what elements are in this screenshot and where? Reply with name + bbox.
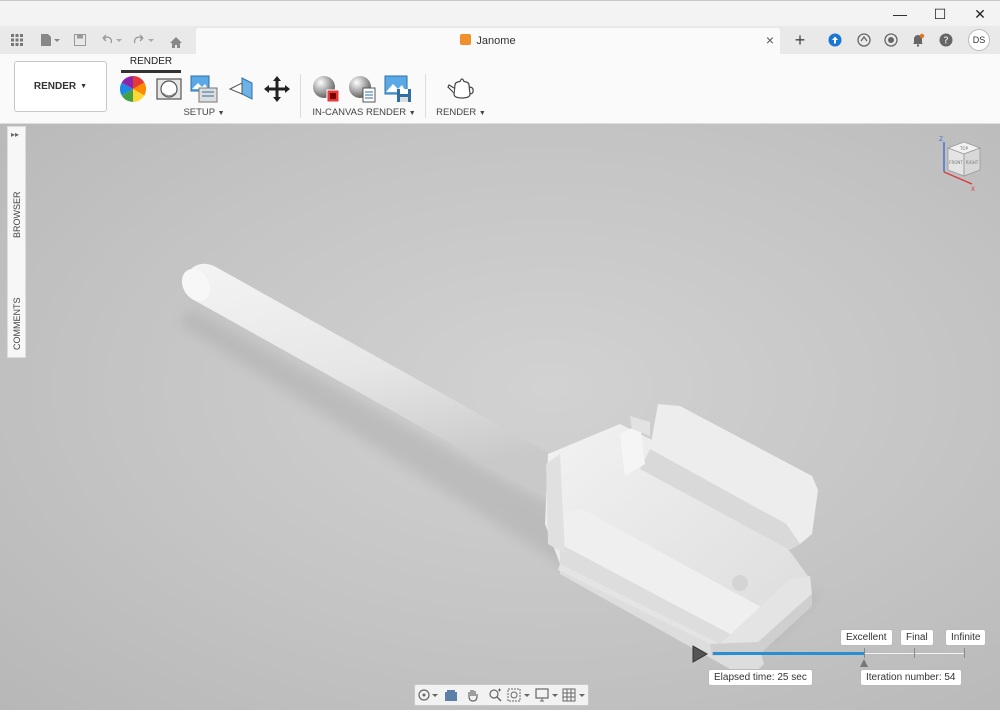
z-axis-label: Z <box>939 136 943 143</box>
expand-panel-icon[interactable]: ▸▸ <box>11 130 19 139</box>
caret-down-icon: ▼ <box>478 110 486 117</box>
capture-image-icon <box>384 75 411 102</box>
decal-icon <box>228 77 253 100</box>
orbit-icon[interactable] <box>415 685 441 705</box>
move-arrows-icon <box>264 76 290 102</box>
render-progress-track <box>712 652 965 655</box>
teapot-icon <box>447 78 474 99</box>
pan-icon[interactable] <box>462 685 484 705</box>
render-canvas[interactable]: ▸▸ BROWSER COMMENTS TOP FRONT RIGHT Z X … <box>0 124 1000 710</box>
viewcube-right-face[interactable]: RIGHT <box>966 160 979 165</box>
render-progress-fill <box>713 652 865 655</box>
in-canvas-render-tool[interactable] <box>311 74 341 104</box>
app-grid-icon[interactable] <box>10 31 24 49</box>
grid-settings-icon[interactable] <box>560 685 588 705</box>
user-avatar[interactable]: DS <box>968 29 990 51</box>
toolbar-divider <box>300 74 301 118</box>
fit-icon[interactable] <box>505 685 533 705</box>
caret-down-icon: ▼ <box>408 110 416 117</box>
side-panel: ▸▸ BROWSER COMMENTS <box>7 126 26 358</box>
close-window-button[interactable]: ✕ <box>960 1 1000 27</box>
render-group-menu[interactable]: RENDER ▼ <box>432 107 490 118</box>
notifications-icon[interactable] <box>909 29 927 51</box>
material-cube-icon <box>156 78 182 100</box>
quality-final-label[interactable]: Final <box>900 629 934 646</box>
tab-render[interactable]: RENDER <box>122 56 180 67</box>
active-tab-indicator <box>121 70 181 73</box>
display-settings-icon[interactable] <box>533 685 561 705</box>
iteration-number: Iteration number: 54 <box>860 669 962 686</box>
final-tick <box>914 648 915 658</box>
file-menu-icon[interactable] <box>38 31 62 49</box>
comments-panel-toggle[interactable]: COMMENTS <box>9 291 25 357</box>
scene-settings-tool[interactable] <box>189 74 219 104</box>
color-wheel-icon <box>119 75 147 103</box>
capture-image-tool[interactable] <box>383 74 413 104</box>
toolbar: RENDER ▼ RENDER SETUP ▼ IN-CANVAS RENDER… <box>0 54 1000 124</box>
setup-group-menu[interactable]: SETUP ▼ <box>168 107 240 118</box>
viewcube[interactable]: TOP FRONT RIGHT Z X <box>936 132 988 192</box>
zoom-icon[interactable] <box>484 685 506 705</box>
browser-panel-toggle[interactable]: BROWSER <box>9 185 25 245</box>
new-tab-button[interactable]: + <box>789 29 811 51</box>
quality-infinite-label[interactable]: Infinite <box>945 629 987 646</box>
setup-label: SETUP <box>183 107 215 118</box>
navigation-bar <box>414 684 589 706</box>
viewcube-top-face[interactable]: TOP <box>959 146 969 151</box>
home-icon[interactable] <box>168 33 184 51</box>
move-tool[interactable] <box>262 74 292 104</box>
render-sphere-stop-icon <box>313 76 340 103</box>
tab-bar: Janome × + ? DS <box>0 26 1000 54</box>
extensions-icon[interactable] <box>855 29 873 51</box>
workspace-label: RENDER <box>33 81 77 92</box>
help-icon[interactable]: ? <box>937 29 955 51</box>
viewcube-front-face[interactable]: FRONT <box>949 160 963 165</box>
in-canvas-render-label: IN-CANVAS RENDER <box>312 107 407 118</box>
in-canvas-render-group-menu[interactable]: IN-CANVAS RENDER ▼ <box>306 107 422 118</box>
svg-text:?: ? <box>943 36 948 47</box>
document-tab[interactable]: Janome × <box>196 28 780 54</box>
close-tab-button[interactable]: × <box>766 32 774 48</box>
in-canvas-render-settings-tool[interactable] <box>347 74 377 104</box>
elapsed-time: Elapsed time: 25 sec <box>708 669 813 686</box>
toolbar-divider <box>425 74 426 118</box>
resume-render-icon[interactable] <box>692 645 709 668</box>
decal-tool[interactable] <box>226 74 256 104</box>
physical-material-tool[interactable] <box>154 74 184 104</box>
chevron-down-icon: ▼ <box>80 83 88 90</box>
infinite-tick <box>964 648 965 658</box>
appearance-tool[interactable] <box>118 74 148 104</box>
quality-excellent-label[interactable]: Excellent <box>840 629 893 646</box>
document-title: Janome <box>476 35 516 47</box>
online-status-icon[interactable] <box>882 29 900 51</box>
caret-down-icon: ▼ <box>217 110 225 117</box>
scene-settings-icon <box>190 75 218 103</box>
minimize-button[interactable]: — <box>880 1 920 27</box>
workspace-switcher[interactable]: RENDER ▼ <box>14 61 107 112</box>
render-tool[interactable] <box>445 74 479 104</box>
render-sphere-settings-icon <box>349 76 376 103</box>
window-title-bar: — ☐ ✕ <box>0 0 1000 26</box>
maximize-button[interactable]: ☐ <box>920 1 960 27</box>
redo-icon[interactable] <box>132 31 156 49</box>
render-group-label: RENDER <box>436 107 477 118</box>
job-status-icon[interactable] <box>826 29 844 51</box>
undo-icon[interactable] <box>100 31 124 49</box>
save-icon[interactable] <box>73 31 87 49</box>
component-icon <box>460 34 472 45</box>
x-axis-label: X <box>971 186 975 192</box>
rendered-model <box>180 263 820 679</box>
look-at-icon[interactable] <box>441 685 463 705</box>
